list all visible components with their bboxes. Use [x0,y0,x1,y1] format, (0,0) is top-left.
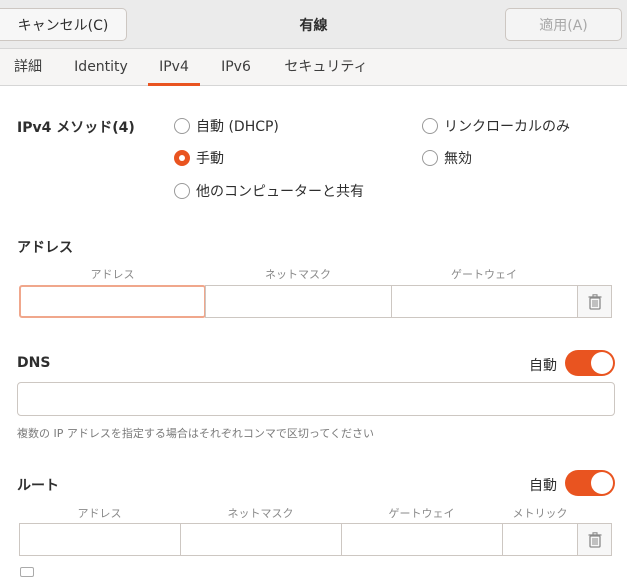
gateway-input[interactable] [391,285,578,318]
dns-hint: 複数の IP アドレスを指定する場合はそれぞれコンマで区切ってください [17,427,374,440]
dns-label: DNS [17,355,51,371]
trash-icon [588,531,601,548]
radio-disabled-label: 無効 [444,151,472,167]
radio-circle-icon [422,150,438,166]
routes-auto-switch[interactable] [565,470,615,496]
route-address-input[interactable] [19,523,181,556]
route-netmask-column-header: ネットマスク [227,507,294,520]
ipv4-method-label: IPv4 メソッド(4) [17,120,135,136]
radio-link-local[interactable]: リンクローカルのみ [422,116,570,136]
delete-address-button[interactable] [577,285,612,318]
gateway-column-header: ゲートウェイ [451,268,517,281]
checkbox-partial[interactable] [20,567,34,577]
radio-circle-icon [174,183,190,199]
switch-knob [591,352,613,374]
radio-selected-icon [174,150,190,166]
dns-auto-switch[interactable] [565,350,615,376]
radio-shared-label: 他のコンピューターと共有 [196,184,364,200]
route-netmask-input[interactable] [180,523,342,556]
routes-label: ルート [17,478,59,494]
delete-route-button[interactable] [577,523,612,556]
header-bar: キャンセル(C) 有線 適用(A) [0,0,627,49]
dns-input[interactable] [17,382,615,416]
netmask-input[interactable] [205,285,392,318]
apply-button[interactable]: 適用(A) [505,8,622,41]
radio-disabled[interactable]: 無効 [422,148,472,168]
radio-dhcp[interactable]: 自動 (DHCP) [174,116,279,136]
tab-details[interactable]: 詳細 [6,49,50,86]
switch-knob [591,472,613,494]
radio-shared[interactable]: 他のコンピューターと共有 [174,181,364,201]
radio-circle-icon [174,118,190,134]
address-input[interactable] [19,285,206,318]
route-metric-column-header: メトリック [512,507,568,520]
radio-dhcp-label: 自動 (DHCP) [196,119,279,135]
netmask-column-header: ネットマスク [265,268,331,281]
addresses-label: アドレス [17,240,73,256]
trash-icon [588,293,601,310]
radio-circle-icon [422,118,438,134]
route-gateway-input[interactable] [341,523,503,556]
radio-manual[interactable]: 手動 [174,148,224,168]
tab-bar: 詳細 Identity IPv4 IPv6 セキュリティ [0,49,627,86]
tab-ipv4[interactable]: IPv4 [148,49,200,86]
tab-identity[interactable]: Identity [66,49,136,86]
tab-ipv6[interactable]: IPv6 [212,49,260,86]
route-address-column-header: アドレス [77,507,122,520]
tab-security[interactable]: セキュリティ [274,49,378,86]
radio-manual-label: 手動 [196,151,224,167]
radio-link-local-label: リンクローカルのみ [444,119,570,135]
route-metric-input[interactable] [502,523,578,556]
dns-auto-label: 自動 [529,358,557,374]
routes-auto-label: 自動 [529,478,557,494]
route-gateway-column-header: ゲートウェイ [388,507,455,520]
address-column-header: アドレス [90,268,135,281]
